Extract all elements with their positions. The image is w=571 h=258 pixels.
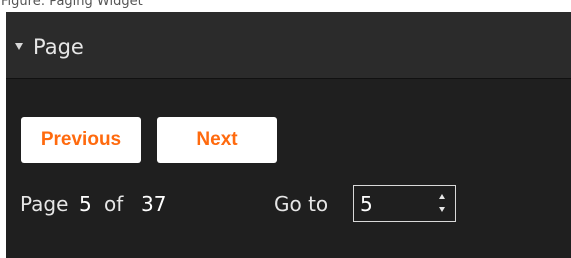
chevron-up-icon[interactable]: [439, 194, 445, 199]
go-to-label: Go to: [274, 192, 329, 216]
chevron-down-icon[interactable]: [439, 207, 445, 212]
total-pages-number: 37: [141, 192, 167, 216]
page-label: Page: [20, 192, 69, 216]
panel-title: Page: [33, 35, 84, 59]
go-to-page-value[interactable]: 5: [360, 191, 373, 217]
triangle-down-icon[interactable]: [15, 43, 23, 50]
previous-button[interactable]: Previous: [21, 117, 141, 163]
page-panel: Page Previous Next Page 5 of 37 Go to 5: [6, 12, 571, 258]
current-page-number: 5: [79, 192, 92, 216]
go-to-page-input[interactable]: 5: [353, 185, 456, 222]
page-of-label: of: [104, 192, 124, 216]
next-button[interactable]: Next: [157, 117, 277, 163]
panel-header[interactable]: Page: [6, 12, 571, 79]
figure-caption: Figure: Paging Widget: [1, 0, 143, 9]
